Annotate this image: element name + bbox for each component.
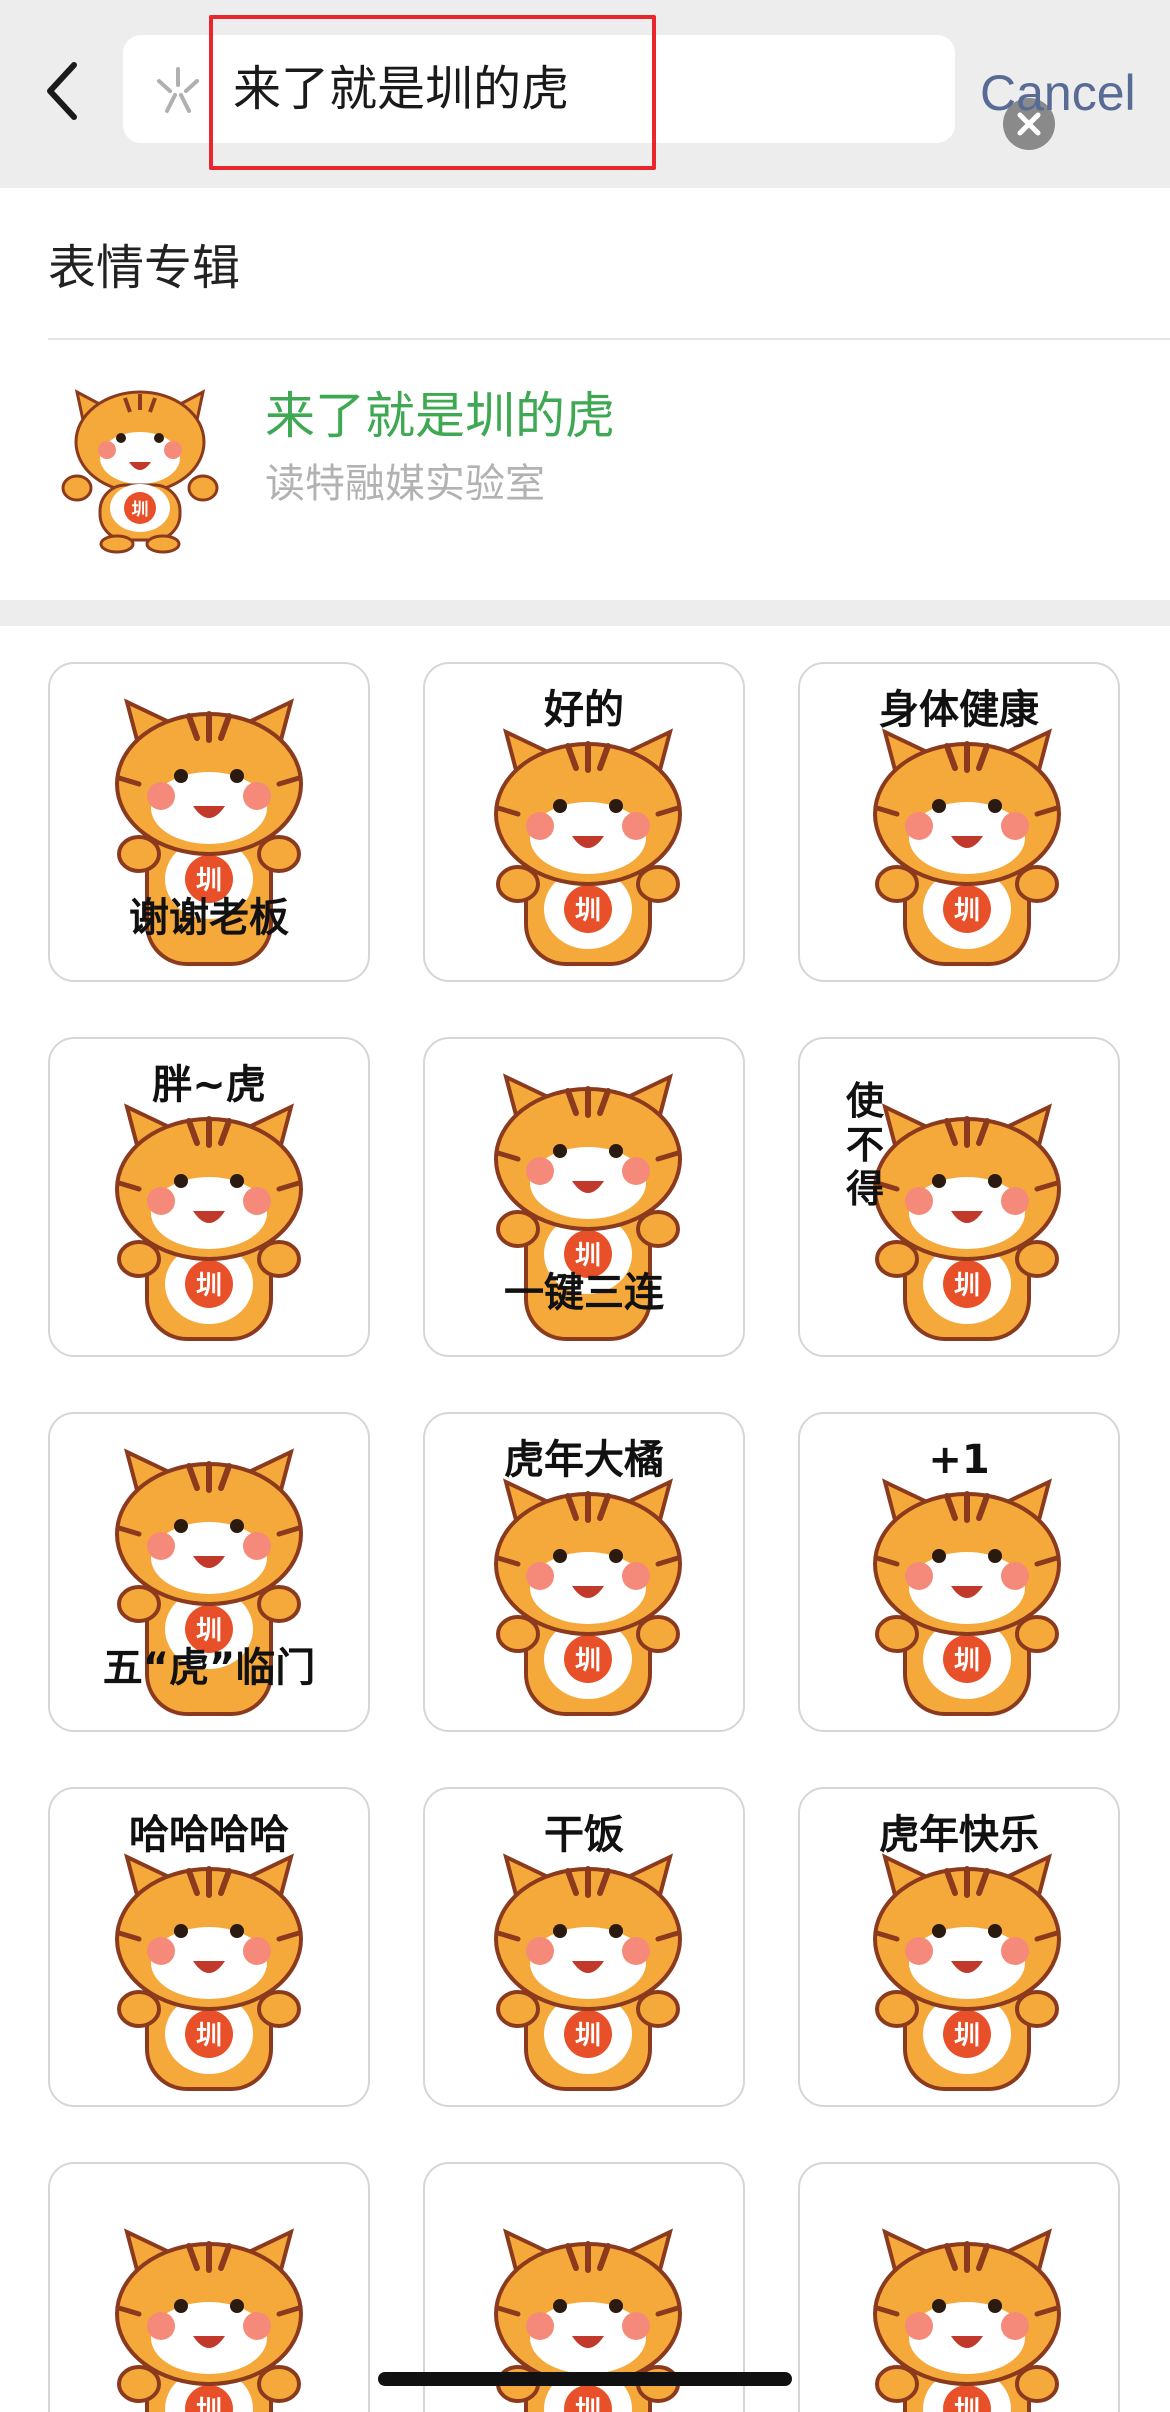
svg-text:圳: 圳: [575, 1241, 601, 1271]
sticker-caption: 好的: [544, 687, 624, 733]
sticker-tile[interactable]: 圳五“虎”临门: [48, 1412, 370, 1732]
sticker-tile[interactable]: 圳 好的: [423, 662, 745, 982]
sticker-tile[interactable]: 圳 胖~虎: [48, 1037, 370, 1357]
svg-text:圳: 圳: [196, 2396, 222, 2412]
svg-text:圳: 圳: [196, 1616, 222, 1646]
svg-text:圳: 圳: [575, 896, 601, 926]
svg-text:圳: 圳: [954, 1271, 980, 1301]
section-title: 表情专辑: [48, 240, 241, 296]
sticker-tile[interactable]: 圳 +1: [798, 1412, 1120, 1732]
sticker-caption: 使不得: [846, 1079, 885, 1211]
sticker-tile[interactable]: 圳 虎年大橘: [423, 1412, 745, 1732]
cancel-button[interactable]: Cancel: [980, 58, 1136, 128]
sticker-tile[interactable]: 圳 干饭: [423, 1787, 745, 2107]
search-input[interactable]: [233, 55, 933, 123]
sticker-tile[interactable]: 圳 身体健康: [798, 662, 1120, 982]
svg-text:圳: 圳: [575, 2021, 601, 2051]
sticker-tile[interactable]: 圳 使不得: [798, 1037, 1120, 1357]
search-header: Cancel: [0, 0, 1170, 188]
svg-text:圳: 圳: [196, 2021, 222, 2051]
sticker-caption: 胖~虎: [152, 1062, 266, 1108]
sticker-caption: 干饭: [544, 1812, 624, 1858]
sticker-caption: 哈哈哈哈: [129, 1812, 289, 1858]
home-indicator: [378, 2372, 792, 2386]
sticker-caption: 虎年大橘: [504, 1437, 664, 1483]
search-field[interactable]: [123, 35, 1055, 150]
sticker-caption: 虎年快乐: [879, 1812, 1039, 1858]
back-button[interactable]: [38, 55, 90, 127]
chevron-left-icon: [47, 62, 77, 120]
sticker-caption: +1: [928, 1437, 990, 1483]
sticker-tile[interactable]: 圳一键三连: [423, 1037, 745, 1357]
svg-text:圳: 圳: [132, 500, 149, 520]
album-result-item[interactable]: 圳 来了就是圳的虎 读特融媒实验室: [0, 340, 1170, 600]
section-separator: [0, 600, 1170, 626]
tiger-sticker-art: 圳: [873, 2228, 1061, 2412]
svg-text:圳: 圳: [954, 896, 980, 926]
svg-text:圳: 圳: [196, 1271, 222, 1301]
svg-text:圳: 圳: [954, 2396, 980, 2412]
tiger-sticker-art: 圳: [115, 2228, 303, 2412]
album-thumbnail: 圳: [61, 389, 219, 554]
sticker-caption: 身体健康: [879, 687, 1039, 733]
svg-text:圳: 圳: [954, 2021, 980, 2051]
sticker-caption: 五“虎”临门: [102, 1645, 316, 1691]
sticker-tile[interactable]: 圳: [798, 2162, 1120, 2412]
album-name: 来了就是圳的虎: [265, 387, 615, 445]
svg-text:圳: 圳: [575, 1646, 601, 1676]
sticker-caption: 谢谢老板: [129, 895, 289, 941]
sticker-tile[interactable]: 圳哈哈哈哈: [48, 1787, 370, 2107]
svg-text:圳: 圳: [954, 1646, 980, 1676]
sticker-tile[interactable]: 圳 虎年快乐: [798, 1787, 1120, 2107]
sticker-tile[interactable]: 圳谢谢老板: [48, 662, 370, 982]
album-author: 读特融媒实验室: [265, 461, 545, 507]
sticker-caption: 一键三连: [504, 1270, 664, 1316]
svg-text:圳: 圳: [575, 2396, 601, 2412]
sticker-search-icon: [157, 67, 199, 113]
sticker-tile[interactable]: 圳: [48, 2162, 370, 2412]
svg-text:圳: 圳: [196, 866, 222, 896]
